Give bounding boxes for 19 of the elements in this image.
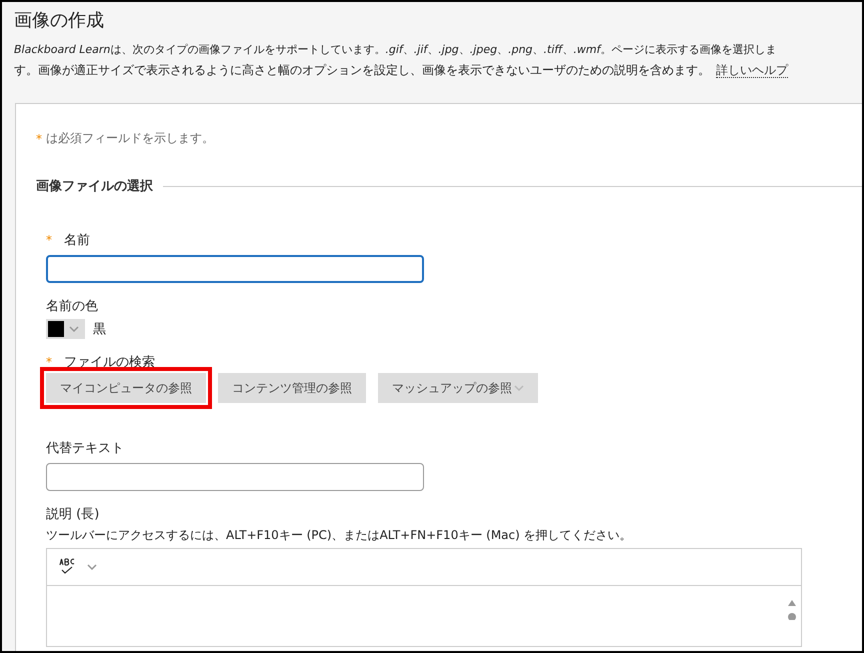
description-text: Blackboard Learnは、次のタイプの画像ファイルをサポートしています。.gif、.jif、.jpg、.jpeg、.png、.tiff、.wmf。ページに表示する画像を選択しま [14, 42, 776, 58]
browse-button[interactable]: マイコンピュータの参照 [46, 373, 206, 403]
color-value: 黒 [93, 321, 106, 338]
required-mark: * [36, 132, 42, 146]
description-text: す。画像が適正サイズで表示されるように高さと幅のオプションを設定し、画像を表示できないユーザのための説明を含めます。 [14, 63, 710, 77]
required-mark: * [46, 355, 52, 369]
field-label: 説明 (長) [46, 506, 100, 523]
help-link[interactable]: 詳しいヘルプ [716, 63, 788, 78]
field-label: 名前 [64, 232, 90, 249]
field-label: ファイルの検索 [64, 354, 155, 371]
field-label: 代替テキスト [46, 440, 124, 457]
required-note: は必須フィールドを示します。 [46, 130, 214, 147]
field-label: 名前の色 [46, 298, 98, 315]
section-title: 画像ファイルの選択 [36, 178, 153, 195]
browse-button[interactable]: コンテンツ管理の参照 [218, 373, 366, 403]
page-title: 画像の作成 [14, 9, 105, 32]
required-mark: * [46, 233, 52, 247]
toolbar-hint: ツールバーにアクセスするには、ALT+F10キー (PC)、またはALT+FN+F10キー (Mac) を押してください。 [46, 527, 633, 544]
browse-button[interactable]: マッシュアップの参照 [378, 373, 538, 403]
